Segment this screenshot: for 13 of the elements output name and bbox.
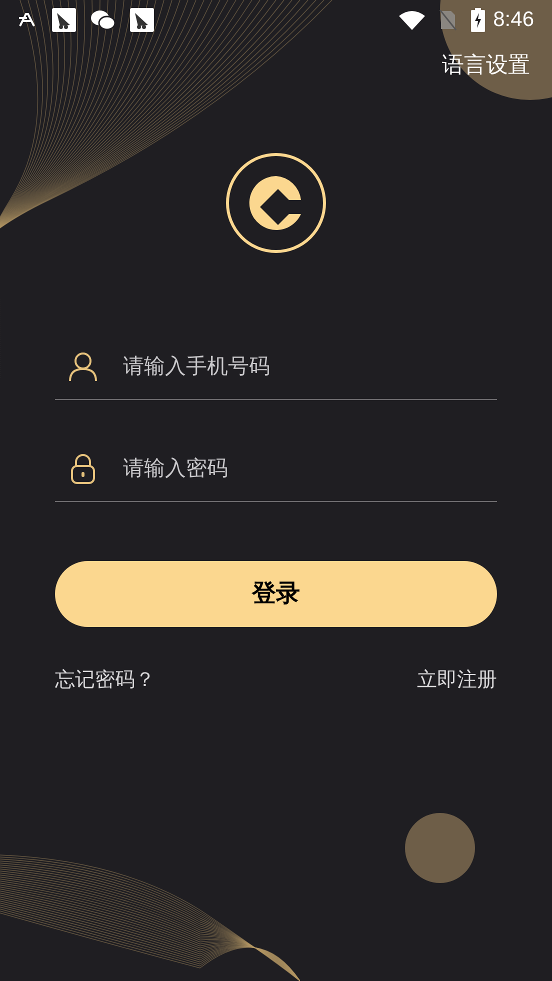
chat-bubbles-icon: [90, 9, 116, 31]
register-link[interactable]: 立即注册: [417, 665, 497, 695]
battery-icon: [471, 8, 486, 32]
status-time: 8:46: [493, 7, 534, 34]
language-settings-link[interactable]: 语言设置: [442, 48, 530, 82]
lock-icon: [71, 454, 95, 484]
forgot-password-link[interactable]: 忘记密码？: [55, 665, 155, 695]
no-sim-icon: [439, 9, 458, 31]
user-icon: [69, 352, 97, 382]
password-input-field[interactable]: 请输入密码: [123, 452, 453, 484]
phone-input-field[interactable]: 请输入手机号码: [123, 350, 453, 382]
wifi-icon: [399, 10, 426, 30]
login-button[interactable]: 登录: [55, 561, 497, 627]
